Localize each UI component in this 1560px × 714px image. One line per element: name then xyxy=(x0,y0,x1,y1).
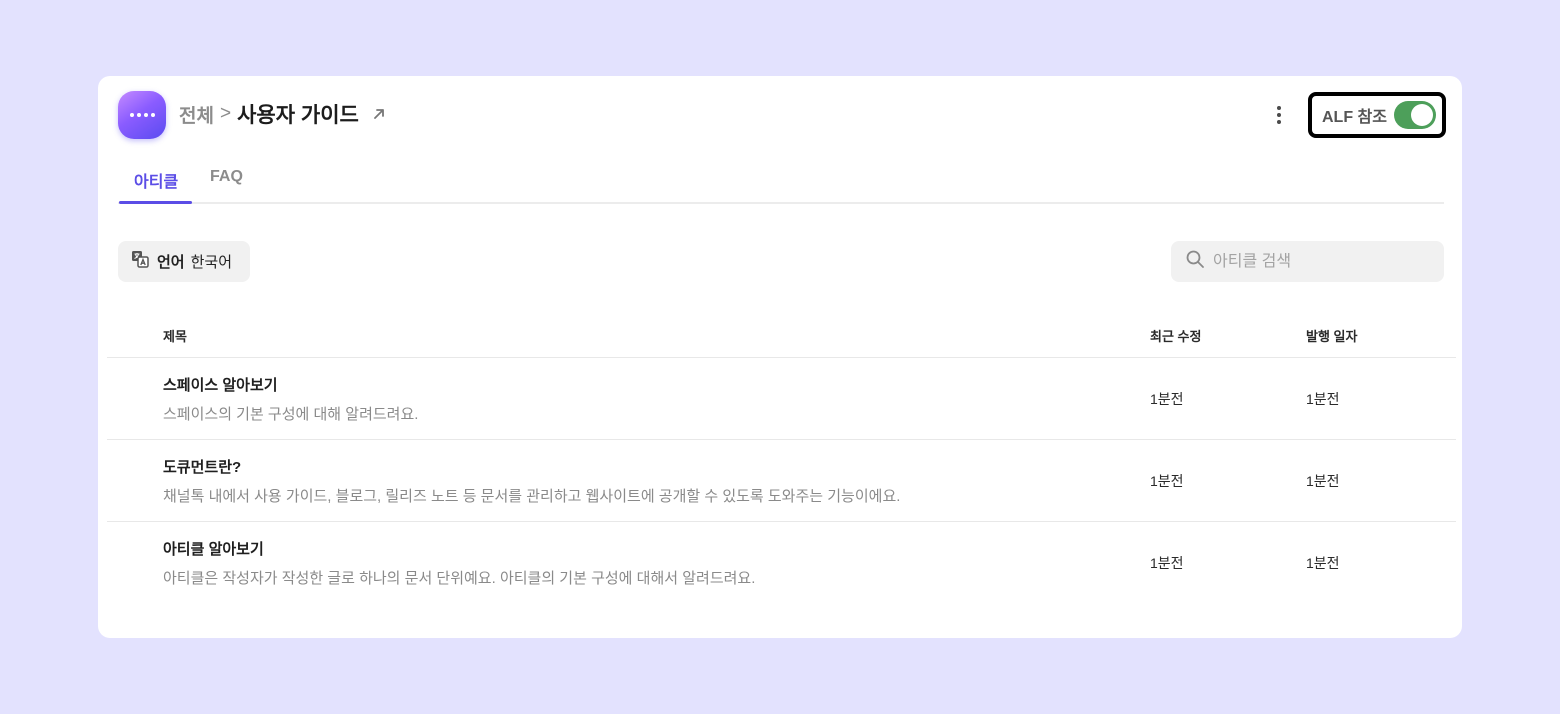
document-card: 전체 > 사용자 가이드 ALF 참조 아티클 FAQ 언어 한국어 아티클 검… xyxy=(98,76,1462,638)
row-published: 1분전 xyxy=(1306,473,1340,489)
page-title: 사용자 가이드 xyxy=(237,104,359,127)
alf-reference-toggle[interactable] xyxy=(1394,101,1436,129)
row-title: 스페이스 알아보기 xyxy=(163,377,278,394)
toggle-knob xyxy=(1411,104,1433,126)
active-tab-indicator xyxy=(119,201,192,204)
table-header: 제목 최근 수정 발행 일자 xyxy=(107,316,1456,358)
column-header-modified[interactable]: 최근 수정 xyxy=(1150,326,1201,345)
row-published: 1분전 xyxy=(1306,555,1340,571)
external-link-icon[interactable] xyxy=(371,106,387,122)
article-search xyxy=(1171,241,1444,282)
tab-faq[interactable]: FAQ xyxy=(210,168,243,186)
language-select-button[interactable]: 언어 한국어 xyxy=(118,241,250,282)
language-label: 언어 xyxy=(157,254,185,271)
row-title: 도큐먼트란? xyxy=(163,459,242,476)
more-options-icon[interactable] xyxy=(1268,100,1290,130)
article-table: 제목 최근 수정 발행 일자 스페이스 알아보기 스페이스의 기본 구성에 대해… xyxy=(107,316,1456,604)
row-description: 스페이스의 기본 구성에 대해 알려드려요. xyxy=(163,406,419,423)
alf-reference-label: ALF 참조 xyxy=(1322,109,1387,126)
alf-reference-toggle-box: ALF 참조 xyxy=(1308,92,1446,138)
row-published: 1분전 xyxy=(1306,391,1340,407)
search-icon xyxy=(1185,249,1205,274)
row-modified: 1분전 xyxy=(1150,555,1184,571)
table-row[interactable]: 스페이스 알아보기 스페이스의 기본 구성에 대해 알려드려요. 1분전 1분전 xyxy=(107,358,1456,440)
row-modified: 1분전 xyxy=(1150,473,1184,489)
row-description: 채널톡 내에서 사용 가이드, 블로그, 릴리즈 노트 등 문서를 관리하고 웹… xyxy=(163,488,901,505)
column-header-title[interactable]: 제목 xyxy=(163,326,187,345)
breadcrumb-root-link[interactable]: 전체 xyxy=(179,101,214,128)
row-description: 아티클은 작성자가 작성한 글로 하나의 문서 단위예요. 아티클의 기본 구성… xyxy=(163,570,756,587)
app-chat-icon xyxy=(118,91,166,139)
breadcrumb: 전체 > 사용자 가이드 xyxy=(179,100,387,128)
column-header-published[interactable]: 발행 일자 xyxy=(1306,326,1357,345)
table-row[interactable]: 도큐먼트란? 채널톡 내에서 사용 가이드, 블로그, 릴리즈 노트 등 문서를… xyxy=(107,440,1456,522)
row-title: 아티클 알아보기 xyxy=(163,541,264,558)
breadcrumb-separator: > xyxy=(219,103,232,124)
language-value: 한국어 xyxy=(190,254,233,271)
table-row[interactable]: 아티클 알아보기 아티클은 작성자가 작성한 글로 하나의 문서 단위예요. 아… xyxy=(107,522,1456,604)
translate-icon xyxy=(131,250,149,273)
search-input[interactable] xyxy=(1213,252,1433,271)
row-modified: 1분전 xyxy=(1150,391,1184,407)
tab-bar: 아티클 FAQ xyxy=(118,160,1444,204)
tab-articles[interactable]: 아티클 xyxy=(134,168,178,192)
